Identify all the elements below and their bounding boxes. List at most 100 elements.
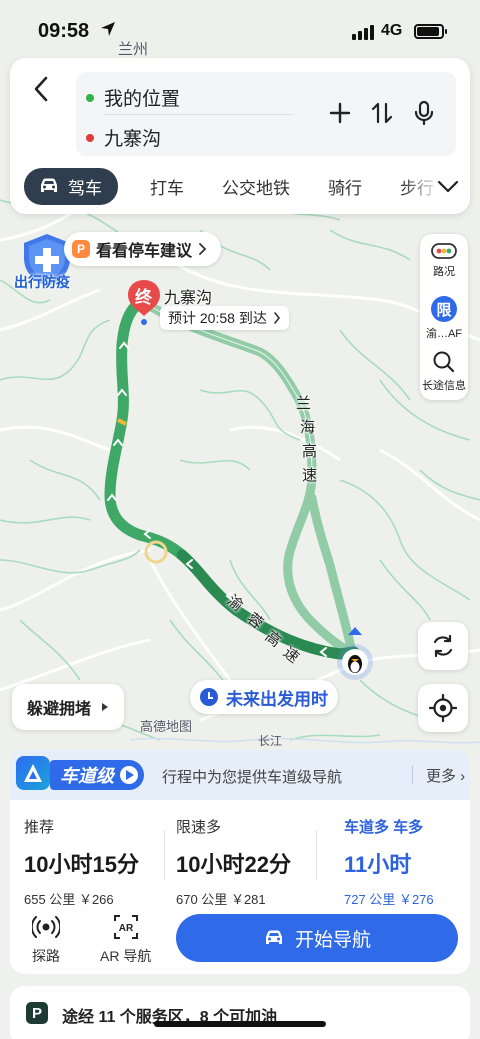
explore-label: 探路 [32, 948, 60, 964]
destination-pin-char: 终 [135, 288, 152, 307]
status-bar: 09:58 4G [0, 0, 480, 58]
endpoints-box: 我的位置 九寨沟 [76, 72, 456, 156]
map-layers-panel: 路况 限 渝…AF 长途信息 [420, 234, 468, 400]
location-arrow-icon [101, 22, 115, 36]
lane-level-badge[interactable]: 车道级 [50, 760, 144, 790]
city-label: 兰州 [118, 41, 149, 58]
battery-icon [414, 24, 447, 39]
parking-icon: P [72, 240, 90, 258]
car-icon [265, 930, 282, 944]
route-duration: 10小时22分 [176, 852, 291, 877]
traffic-light-icon [431, 243, 457, 259]
home-indicator[interactable] [154, 1021, 326, 1027]
destination-pin[interactable]: 终 [124, 278, 164, 328]
endpoint-tools [328, 100, 436, 126]
tab-drive[interactable]: 驾车 [24, 167, 118, 205]
play-icon [120, 766, 138, 784]
eta-text: 预计 20:58 到达 [168, 310, 267, 326]
start-navigation-button[interactable]: 开始导航 [176, 914, 458, 962]
destination-field[interactable]: 九寨沟 [86, 124, 161, 151]
search-icon [433, 351, 455, 373]
chevron-left-icon [34, 76, 48, 102]
plate-limit-button[interactable]: 限 渝…AF [420, 296, 468, 341]
destination-map-label: 九寨沟 [164, 290, 213, 307]
clock-icon [200, 688, 218, 706]
route-meta: 670 公里 ￥281 [176, 889, 291, 908]
locate-button[interactable] [418, 684, 468, 732]
locate-icon [429, 694, 457, 722]
parking-tip-label: 看看停车建议 [96, 243, 193, 260]
parking-service-icon: P [26, 1002, 48, 1024]
swap-icon [371, 102, 393, 124]
ar-navigation-button[interactable]: AR AR 导航 [100, 914, 151, 966]
explore-route-button[interactable]: 探路 [32, 914, 60, 966]
plate-limit-label: 渝…AF [425, 328, 463, 340]
route-meta: 655 公里 ￥266 [24, 889, 139, 908]
network-type: 4G [381, 22, 403, 39]
route-option-2[interactable]: 限速多 10小时22分 670 公里 ￥281 [176, 816, 291, 908]
origin-label: 我的位置 [104, 89, 181, 110]
route-tag: 限速多 [176, 819, 222, 836]
traffic-label: 路况 [433, 266, 455, 278]
origin-field[interactable]: 我的位置 [86, 84, 180, 111]
route-planner-card: 我的位置 九寨沟 驾车 打车 公交地铁 骑行 [10, 58, 470, 214]
long-trip-info-button[interactable]: 长途信息 [420, 350, 468, 393]
ar-icon: AR [113, 915, 138, 939]
future-departure-button[interactable]: 未来出发用时 [190, 680, 338, 714]
avoid-congestion-button[interactable]: 躲避拥堵 [12, 684, 124, 730]
route-meta: 727 公里 ￥276 [344, 889, 434, 908]
voice-button[interactable] [412, 100, 436, 126]
service-area-summary[interactable]: P 途经 11 个服务区，8 个可加油 [10, 986, 470, 1039]
lane-level-logo-icon [16, 756, 50, 790]
plus-icon [329, 102, 351, 124]
chevron-down-icon[interactable] [436, 176, 460, 196]
route-tag: 车道多 车多 [344, 819, 424, 836]
route-options-panel: 推荐 10小时15分 655 公里 ￥266 限速多 10小时22分 670 公… [10, 800, 470, 974]
route-option-1[interactable]: 推荐 10小时15分 655 公里 ￥266 [24, 816, 139, 908]
chevron-right-icon [199, 243, 207, 255]
refresh-icon [433, 634, 453, 658]
route-option-3[interactable]: 车道多 车多 11小时 727 公里 ￥276 [344, 816, 434, 908]
status-time: 09:58 [38, 20, 90, 42]
start-marker [337, 627, 373, 680]
car-icon [41, 178, 57, 192]
lane-level-banner[interactable]: 车道级 行程中为您提供车道级导航 更多 › [10, 750, 470, 800]
route-divider [316, 830, 317, 880]
chevron-right-icon [274, 312, 280, 324]
origin-dot-icon [86, 93, 94, 102]
future-departure-label: 未来出发用时 [226, 689, 328, 709]
caret-right-icon [102, 703, 108, 711]
svg-text:AR: AR [118, 923, 133, 934]
parking-tip-button[interactable]: P 看看停车建议 [64, 232, 222, 266]
radar-icon [32, 916, 60, 938]
route-distance: 655 公里 [24, 892, 76, 907]
destination-label: 九寨沟 [104, 129, 162, 150]
destination-dot-icon [86, 133, 94, 142]
route-duration: 10小时15分 [24, 852, 139, 877]
traffic-toggle[interactable]: 路况 [420, 242, 468, 279]
signal-icon [352, 25, 374, 40]
eta-badge[interactable]: 预计 20:58 到达 [160, 306, 289, 330]
back-button[interactable] [26, 72, 56, 106]
route-cost: ￥276 [398, 892, 434, 907]
start-navigation-label: 开始导航 [294, 929, 371, 951]
epidemic-label[interactable]: 出行防疫 [14, 272, 70, 292]
tab-cycling[interactable]: 骑行 [328, 174, 362, 199]
endpoints-divider [104, 114, 294, 115]
lane-level-title: 车道级 [60, 766, 114, 786]
tab-transit[interactable]: 公交地铁 [222, 174, 290, 199]
add-waypoint-button[interactable] [328, 100, 352, 126]
microphone-icon [414, 100, 434, 126]
lane-level-more-link[interactable]: 更多 › [426, 765, 465, 786]
refresh-route-button[interactable] [418, 622, 468, 670]
route-duration: 11小时 [344, 852, 412, 877]
lane-level-description: 行程中为您提供车道级导航 [162, 769, 343, 786]
swap-button[interactable] [370, 100, 394, 126]
plate-limit-icon: 限 [431, 296, 457, 322]
river-label: 长江 [258, 734, 283, 748]
tab-taxi[interactable]: 打车 [150, 174, 184, 199]
ar-label: AR 导航 [100, 948, 152, 964]
banner-divider [412, 766, 413, 784]
route-cost: ￥266 [78, 892, 114, 907]
map-credit: 高德地图 [140, 719, 193, 734]
